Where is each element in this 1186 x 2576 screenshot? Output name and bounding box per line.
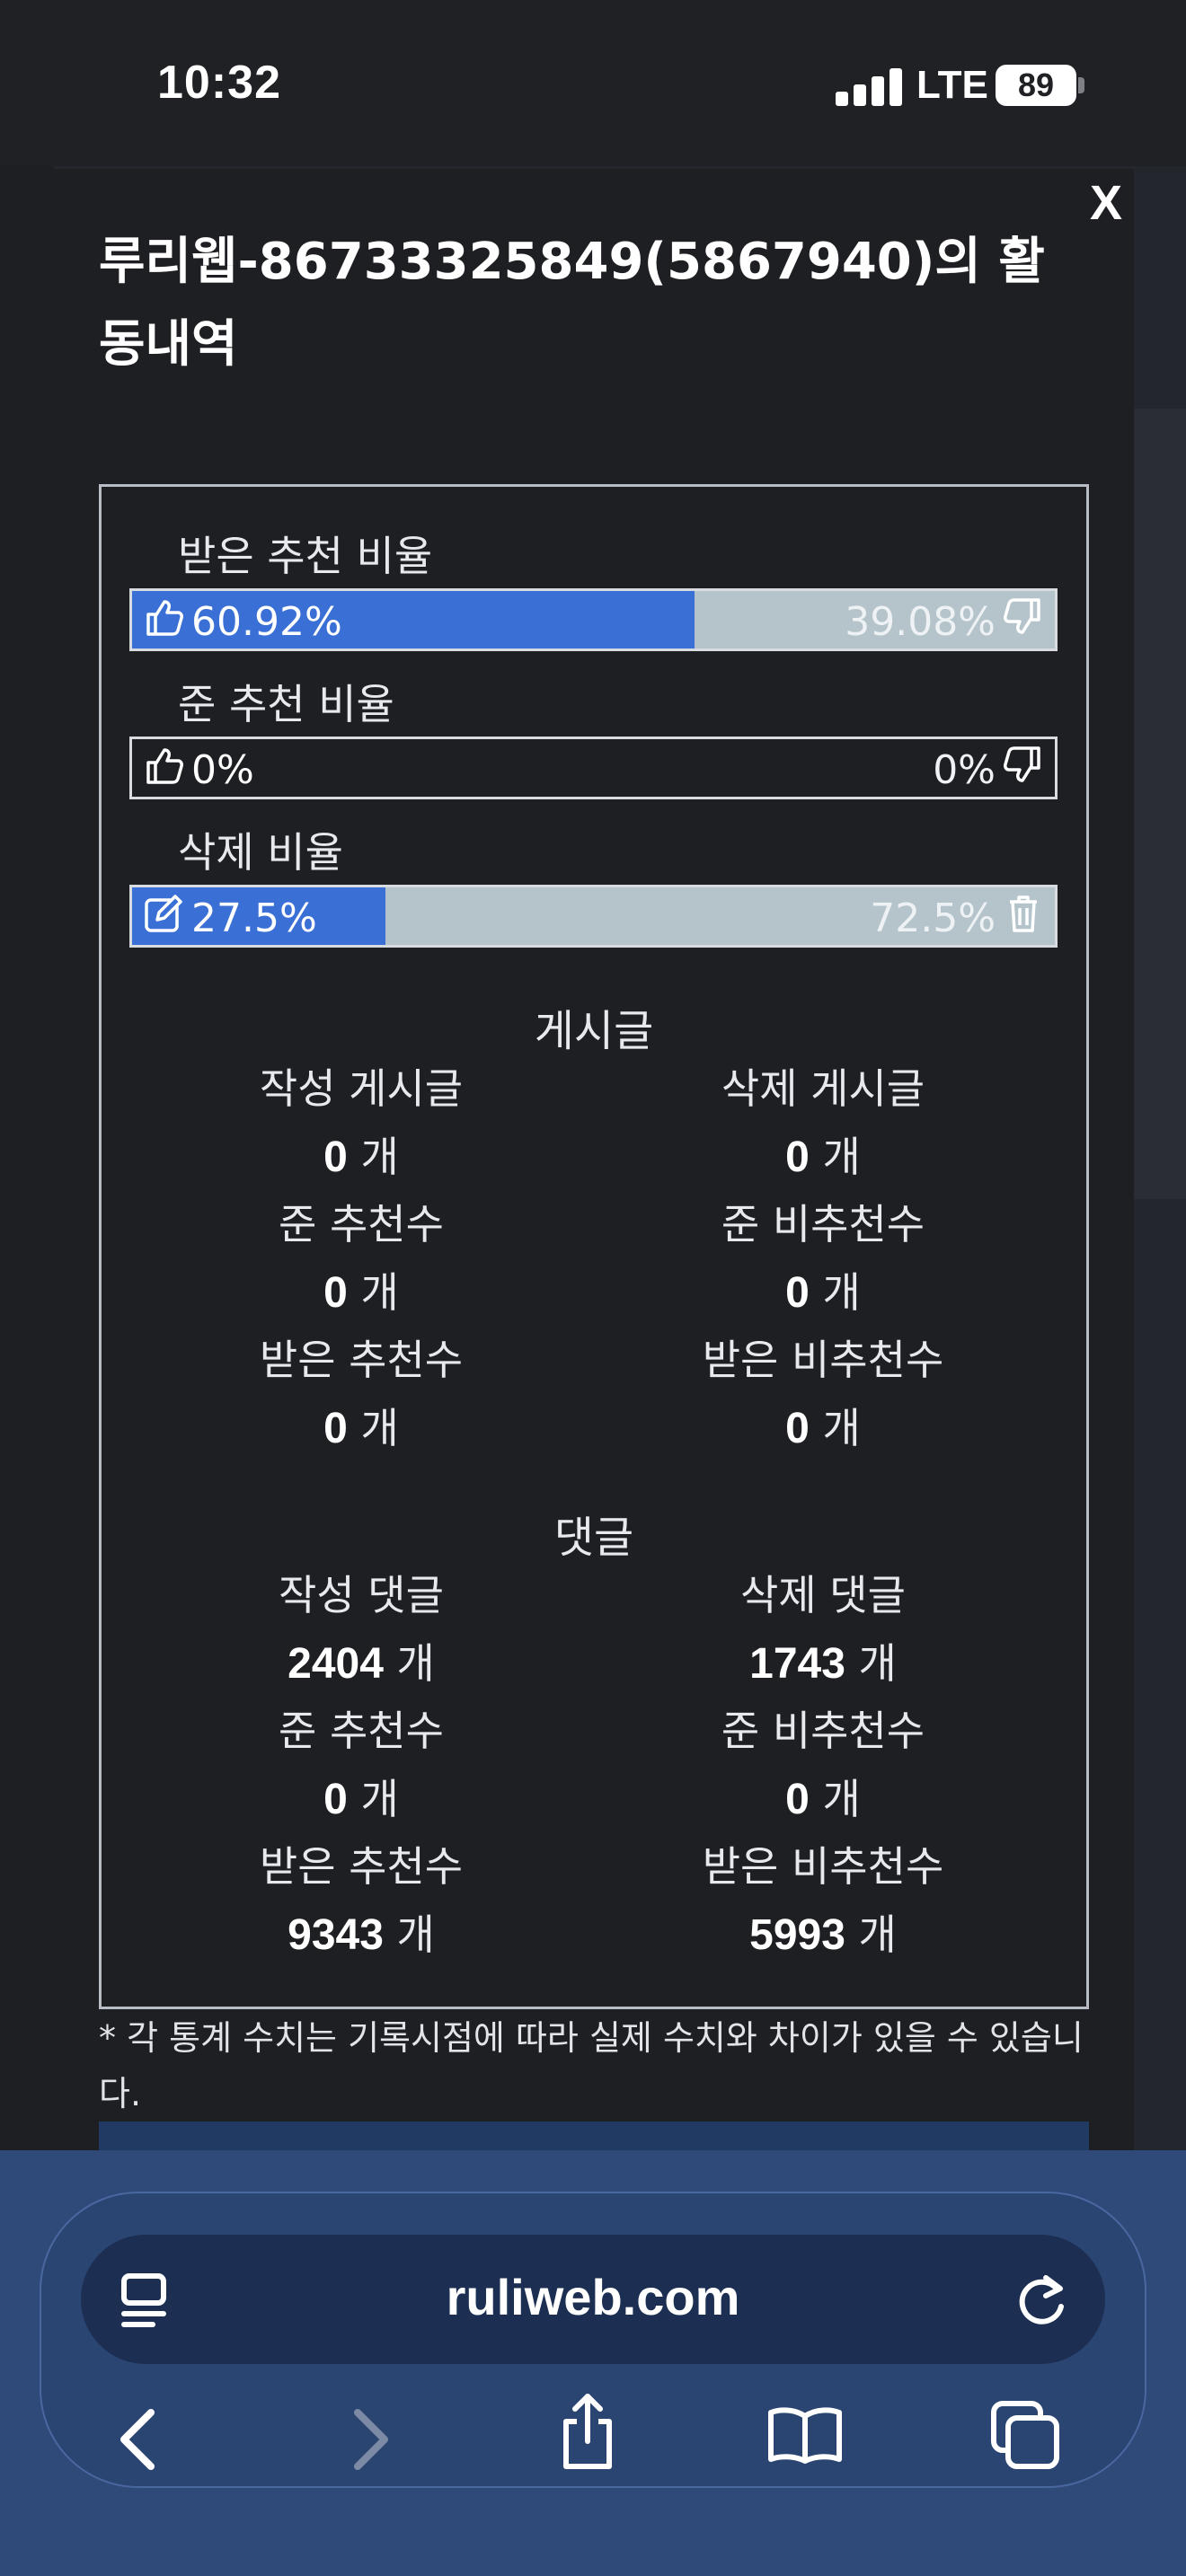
- post-stat-value: 0 개: [323, 1268, 399, 1317]
- comment-stat-label: 받은 추천수: [259, 1842, 464, 1891]
- post-stat-label: 준 추천수: [279, 1200, 444, 1248]
- post-stat-value: 0 개: [323, 1404, 399, 1452]
- comment-stat-value: 1743 개: [749, 1639, 897, 1688]
- post-stat-label: 준 비추천수: [721, 1200, 925, 1248]
- share-icon[interactable]: [555, 2391, 620, 2472]
- post-stat-value: 0 개: [323, 1133, 399, 1181]
- comment-stat-label: 작성 댓글: [279, 1571, 444, 1619]
- comment-stat-value: 0 개: [785, 1775, 861, 1823]
- edit-icon: [143, 893, 184, 944]
- status-bar: 10:32 LTE 89: [0, 0, 1186, 166]
- ratio-left-value: 0%: [191, 746, 254, 793]
- thumbs-down-icon: [1003, 745, 1044, 796]
- thumbs-down-icon: [1003, 596, 1044, 648]
- reader-mode-icon[interactable]: [119, 2271, 173, 2328]
- ratio-right-value: 72.5%: [870, 895, 996, 941]
- post-stat-label: 삭제 게시글: [721, 1064, 925, 1113]
- forward-icon[interactable]: [349, 2407, 394, 2472]
- background-page-edge: [0, 166, 54, 2151]
- ratio-right-value: 0%: [933, 746, 996, 793]
- ratio-label: 준 추천 비율: [178, 680, 394, 728]
- battery-tip: [1078, 77, 1084, 93]
- post-stat-value: 0 개: [785, 1268, 861, 1317]
- reload-icon[interactable]: [1013, 2271, 1069, 2328]
- post-section-title: 게시글: [534, 1006, 654, 1056]
- post-stat-value: 0 개: [785, 1404, 861, 1452]
- comment-stat-label: 삭제 댓글: [740, 1571, 906, 1619]
- modal-footer-strip: [99, 2122, 1089, 2154]
- ratio-bar: 60.92% 39.08%: [129, 588, 1058, 651]
- post-stat-label: 받은 추천수: [259, 1336, 464, 1384]
- comment-stat-label: 준 비추천수: [721, 1707, 925, 1755]
- battery-icon: 89: [996, 65, 1076, 106]
- trash-icon: [1003, 893, 1044, 944]
- ratio-bar: 27.5% 72.5%: [129, 885, 1058, 948]
- comment-section-title: 댓글: [553, 1513, 634, 1563]
- comment-stat-label: 받은 비추천수: [702, 1842, 944, 1891]
- ratio-label: 받은 추천 비율: [178, 532, 433, 580]
- modal-title: 루리웹-86733325849(5867940)의 활동내역: [99, 233, 1045, 374]
- comment-stat-value: 5993 개: [749, 1910, 897, 1959]
- ratio-right-value: 39.08%: [845, 598, 996, 645]
- status-time: 10:32: [157, 57, 281, 109]
- signal-icon: [836, 66, 904, 106]
- post-stat-label: 받은 비추천수: [702, 1336, 944, 1384]
- ratio-left-value: 27.5%: [191, 895, 317, 941]
- ratio-left-value: 60.92%: [191, 598, 342, 645]
- ratio-label: 삭제 비율: [178, 828, 343, 877]
- close-button[interactable]: X: [1090, 175, 1122, 231]
- tabs-icon[interactable]: [988, 2398, 1062, 2472]
- comment-stat-label: 준 추천수: [279, 1707, 444, 1755]
- ratio-bar: 0% 0%: [129, 737, 1058, 799]
- stats-footnote: * 각 통계 수치는 기록시점에 따라 실제 수치와 차이가 있을 수 있습니다…: [99, 2018, 1084, 2113]
- address-bar-url[interactable]: ruliweb.com: [81, 2268, 1105, 2326]
- thumbs-up-icon: [143, 596, 184, 648]
- post-stat-label: 작성 게시글: [259, 1064, 464, 1113]
- bookmarks-icon[interactable]: [766, 2404, 845, 2466]
- thumbs-up-icon: [143, 745, 184, 796]
- post-stat-value: 0 개: [785, 1133, 861, 1181]
- network-type: LTE: [916, 63, 988, 107]
- comment-stat-value: 9343 개: [288, 1910, 435, 1959]
- comment-stat-value: 2404 개: [288, 1639, 435, 1688]
- back-icon[interactable]: [115, 2407, 160, 2472]
- comment-stat-value: 0 개: [323, 1775, 399, 1823]
